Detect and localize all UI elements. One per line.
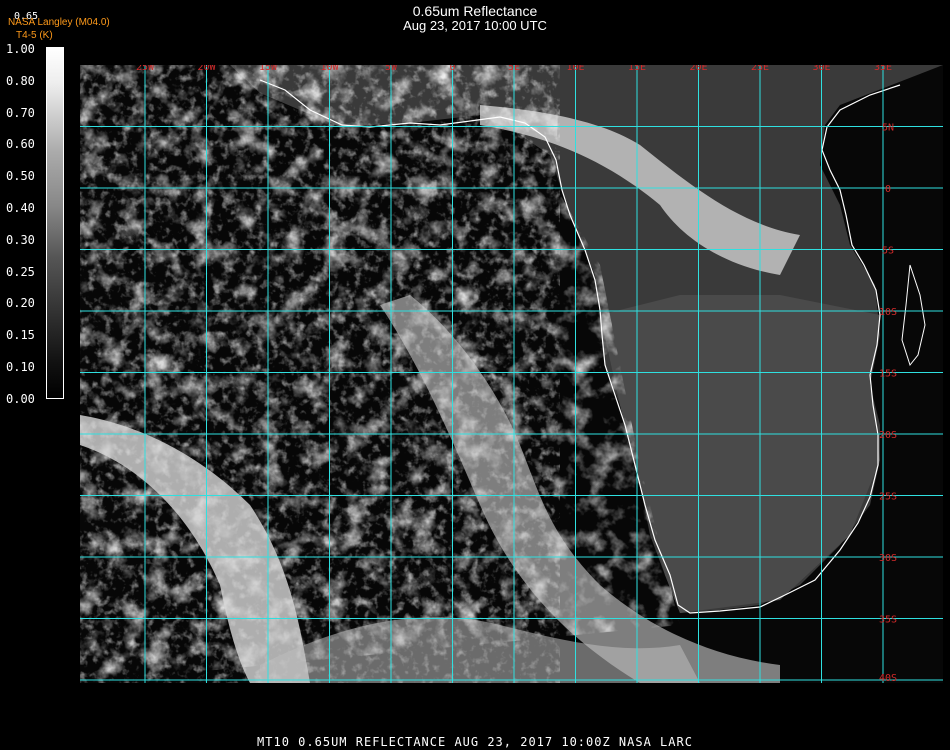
colorbar-label: 0.30 — [6, 232, 35, 247]
cloud-cells — [80, 65, 560, 683]
longitude-label: 20W — [197, 65, 216, 73]
colorbar-label: 0.50 — [6, 169, 35, 184]
longitude-label: 20E — [689, 65, 707, 73]
longitude-label: 35E — [874, 65, 892, 73]
latitude-label: 5N — [882, 123, 894, 134]
map-canvas: 25W 20W 15W 10W 5W 0 5E 10E 15E 20E 25E 30E 35E 5N 0 5S… — [80, 65, 943, 683]
latitude-label: 40S — [879, 673, 897, 683]
longitude-label: 30E — [812, 65, 830, 73]
colorbar-label: 0.40 — [6, 201, 35, 215]
colorbar-label: 0.70 — [6, 105, 35, 120]
latitude-label: 30S — [879, 553, 897, 564]
colorbar-label: 0.20 — [6, 296, 35, 311]
colorbar-label: 0.15 — [6, 328, 35, 343]
image-timestamp: Aug 23, 2017 10:00 UTC — [403, 18, 547, 33]
latitude-label: 25S — [879, 492, 897, 503]
longitude-label: 5W — [385, 65, 398, 73]
longitude-label: 25E — [751, 65, 769, 73]
longitude-label: 15W — [259, 65, 278, 73]
colorbar-label: 1.00 — [6, 42, 35, 56]
latitude-label: 35S — [879, 615, 897, 626]
latitude-label: 20S — [879, 430, 897, 441]
longitude-label: 10W — [320, 65, 339, 73]
latitude-label: 10S — [879, 307, 897, 318]
longitude-label: 10E — [566, 65, 584, 73]
longitude-label: 15E — [628, 65, 646, 73]
latitude-label: 0 — [885, 184, 891, 195]
longitude-label: 0 — [449, 65, 455, 73]
colorbar-label: 0.00 — [6, 391, 35, 406]
longitude-label: 5E — [508, 65, 520, 73]
latitude-label: 5S — [882, 246, 894, 257]
credit-units: T4-5 (K) — [16, 30, 53, 41]
colorbar-label: 0.25 — [6, 264, 35, 279]
colorbar-label: 0.80 — [6, 73, 35, 88]
colorbar-label: 0.10 — [6, 360, 35, 374]
satellite-map: 25W 20W 15W 10W 5W 0 5E 10E 15E 20E 25E 30E 35E 5N 0 5S… — [80, 65, 943, 683]
latitude-label: 15S — [879, 369, 897, 380]
colorbar — [46, 47, 64, 399]
footer-caption: MT10 0.65UM REFLECTANCE AUG 23, 2017 10:… — [257, 735, 693, 749]
image-title: 0.65um Reflectance — [412, 3, 538, 19]
colorbar-label: 0.60 — [6, 137, 35, 152]
credit-source: NASA Langley (M04.0) — [8, 17, 110, 28]
longitude-label: 25W — [136, 65, 155, 73]
